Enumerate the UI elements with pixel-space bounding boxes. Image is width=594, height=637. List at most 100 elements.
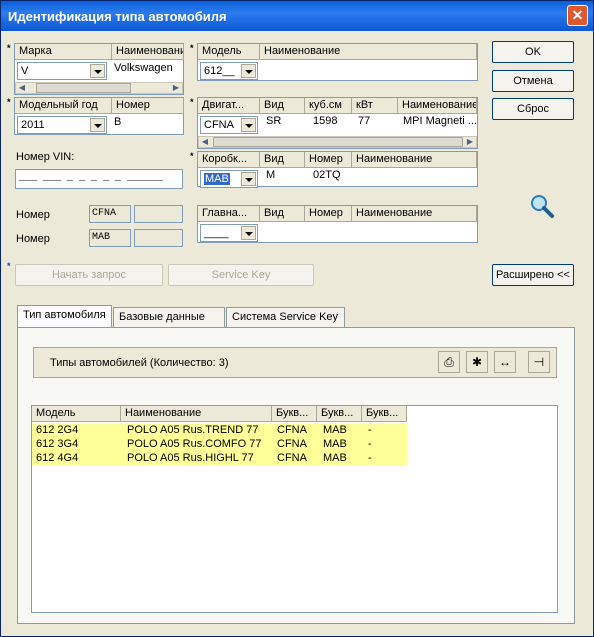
required-marker: * [190,97,194,107]
row-name: POLO A05 Rus.HIGHL 77 [127,452,254,464]
chevron-down-icon[interactable] [241,172,256,186]
magnifier-icon[interactable] [529,193,555,219]
row-gearbox-code: MAB [323,424,347,436]
engine-col-header[interactable]: Двигат... [198,98,260,114]
engine-combo[interactable]: CFNA [200,116,258,134]
tab-base-data[interactable]: Базовые данные [113,307,225,327]
required-marker: * [7,97,11,107]
expand-button[interactable]: Расширено << [492,264,574,286]
settings-icon[interactable]: ✱ [466,351,488,373]
year-combo[interactable]: 2011 [17,116,107,134]
required-marker: * [7,261,11,271]
vin-field[interactable]: ___ ___ _ _ _ _ _ ______ [15,169,183,189]
reset-button[interactable]: Сброс [492,98,574,120]
engine-vid: SR [266,115,282,127]
table-header-gearbox-code[interactable]: Букв... [317,406,362,422]
scroll-left-icon[interactable]: ◀ [199,137,211,147]
chevron-down-icon[interactable] [90,118,105,132]
year-number-col-header[interactable]: Номер [112,98,184,114]
engine-vid-col-header[interactable]: Вид [260,98,305,114]
gearbox-number-col-header[interactable]: Номер [305,152,352,168]
gearbox-name-col-header[interactable]: Наименование [352,152,477,168]
row-gearbox-code: MAB [323,438,347,450]
ok-button[interactable]: OK [492,41,574,63]
tab-strip: Тип автомобиля Базовые данные Система Se… [17,305,577,329]
engine-ccm: 1598 [313,115,338,127]
table-row[interactable]: 612 4G4 POLO A05 Rus.HIGHL 77 CFNA MAB - [32,451,407,465]
cancel-button[interactable]: Отмена [492,70,574,92]
row-model: 612 2G4 [36,424,79,436]
year-col-header[interactable]: Модельный год [15,98,112,114]
final-drive-col-header[interactable]: Главна... [198,206,260,222]
model-combo[interactable]: 612__ [200,62,258,80]
engine-number-label: Номер [16,209,50,221]
brand-name-col-header[interactable]: Наименовани [112,44,184,60]
model-grid: Модель Наименование 612__ [197,43,478,81]
required-marker: * [190,43,194,53]
start-query-button[interactable]: Начать запрос [15,264,163,286]
row-model: 612 3G4 [36,438,79,450]
gearbox-vid-col-header[interactable]: Вид [260,152,305,168]
final-drive-grid: Главна... Вид Номер Наименование ____ [197,205,478,243]
close-button[interactable]: ✕ [567,5,588,26]
engine-kw: 77 [358,115,371,127]
brand-scrollbar[interactable]: ◀ ▶ [15,82,183,94]
model-col-header[interactable]: Модель [198,44,260,60]
scroll-thumb[interactable] [36,83,131,93]
tab-panel: Типы автомобилей (Количество: 3) ⎙ ✱ ↔ ⊣… [17,327,575,624]
table-header-final-code[interactable]: Букв... [362,406,407,422]
engine-number-extra-field [134,205,183,223]
table-row[interactable]: 612 3G4 POLO A05 Rus.COMFO 77 CFNA MAB - [32,437,407,451]
service-key-button[interactable]: Service Key [168,264,314,286]
chevron-down-icon[interactable] [241,226,256,240]
row-name: POLO A05 Rus.COMFO 77 [127,438,262,450]
final-drive-number-col-header[interactable]: Номер [305,206,352,222]
engine-name-col-header[interactable]: Наименование [398,98,477,114]
gearbox-combo[interactable]: MAB [200,170,258,188]
year-value: 2011 [21,119,45,131]
table-header-model[interactable]: Модель [32,406,121,422]
brand-name: Volkswagen [114,62,173,74]
row-engine-code: CFNA [277,424,307,436]
row-gearbox-code: MAB [323,452,347,464]
compare-icon[interactable]: ↔ [494,351,516,373]
print-icon[interactable]: ⎙ [438,351,460,373]
scroll-thumb[interactable] [213,137,463,147]
final-drive-name-col-header[interactable]: Наименование [352,206,477,222]
chevron-down-icon[interactable] [241,64,256,78]
year-grid: Модельный год Номер 2011 B [14,97,184,135]
engine-name: MPI Magneti ... [403,115,477,127]
engine-ccm-col-header[interactable]: куб.см [305,98,352,114]
types-table: Модель Наименование Букв... Букв... Букв… [31,405,558,613]
gearbox-grid: Коробк... Вид Номер Наименование MAB M 0… [197,151,478,188]
tab-service-key-system[interactable]: Система Service Key [226,307,345,327]
engine-scrollbar[interactable]: ◀ ▶ [198,136,477,148]
chevron-down-icon[interactable] [241,118,256,132]
pin-icon[interactable]: ⊣ [528,351,550,373]
engine-value: CFNA [204,119,234,131]
window-title: Идентификация типа автомобиля [8,9,227,24]
scroll-right-icon[interactable]: ▶ [464,137,476,147]
year-number: B [114,116,122,128]
scroll-left-icon[interactable]: ◀ [16,83,28,93]
brand-col-header[interactable]: Марка [15,44,112,60]
final-drive-combo[interactable]: ____ [200,224,258,242]
model-value: 612__ [204,65,235,77]
gearbox-col-header[interactable]: Коробк... [198,152,260,168]
row-model: 612 4G4 [36,452,79,464]
table-header-name[interactable]: Наименование [121,406,272,422]
table-row[interactable]: 612 2G4 POLO A05 Rus.TREND 77 CFNA MAB - [32,423,407,437]
brand-combo[interactable]: V [17,62,107,80]
vin-label: Номер VIN: [16,151,75,163]
final-drive-vid-col-header[interactable]: Вид [260,206,305,222]
dialog-window: Идентификация типа автомобиля ✕ * Марка … [0,0,594,637]
brand-grid: Марка Наименовани V Volkswagen ◀ ▶ [14,43,184,95]
tab-vehicle-type[interactable]: Тип автомобиля [17,305,112,327]
scroll-right-icon[interactable]: ▶ [170,83,182,93]
table-header-engine-code[interactable]: Букв... [272,406,317,422]
row-final-code: - [368,424,372,436]
chevron-down-icon[interactable] [90,64,105,78]
row-final-code: - [368,438,372,450]
engine-kw-col-header[interactable]: кВт [352,98,398,114]
model-name-col-header[interactable]: Наименование [260,44,477,60]
